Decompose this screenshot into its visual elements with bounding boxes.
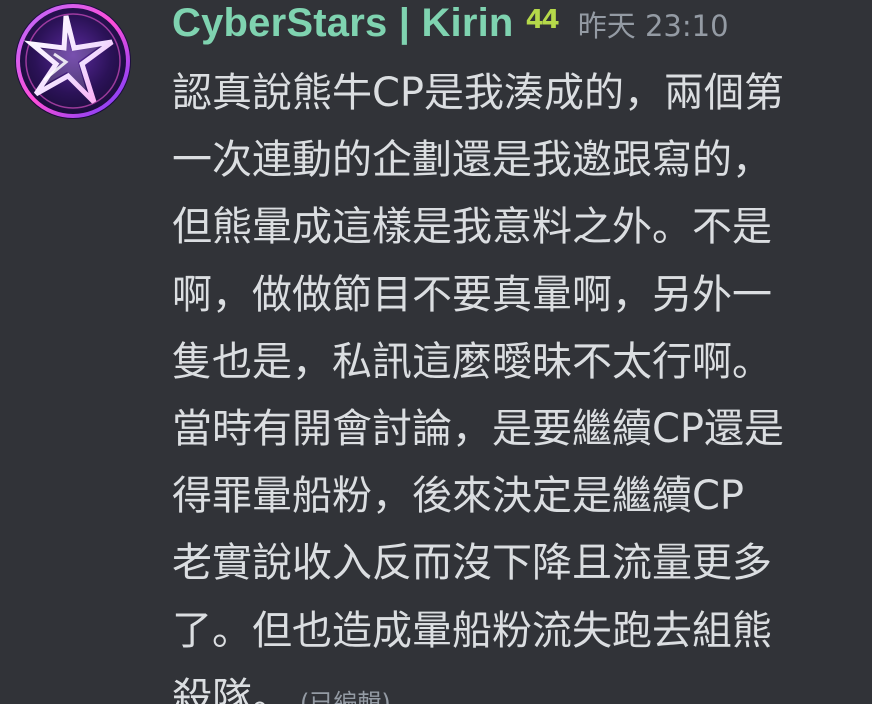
message-line-last: 殺隊。 (已編輯) (172, 665, 872, 704)
message-header: CyberStars | Kirin 44 昨天 23:10 (172, 0, 729, 46)
message-line: 認真說熊牛CP是我湊成的，兩個第 (172, 70, 785, 116)
message-line-text: 殺隊。 (172, 674, 292, 704)
edited-label: (已編輯) (300, 688, 391, 704)
avatar[interactable] (14, 2, 132, 120)
message-line: 但熊暈成這樣是我意料之外。不是 (172, 204, 772, 251)
message-line: 老實說收入反而沒下降且流量更多 (172, 540, 772, 587)
message-line: 得罪暈船粉，後來決定是繼續CP (172, 473, 745, 520)
timestamp[interactable]: 昨天 23:10 (578, 3, 729, 45)
message-line: 一次連動的企劃還是我邀跟寫的， (172, 137, 772, 184)
message-content: 認真說熊牛CP是我湊成的，兩個第 一次連動的企劃還是我邀跟寫的， 但熊暈成這樣是… (172, 60, 872, 704)
username[interactable]: CyberStars | Kirin (172, 1, 514, 46)
message-line: 啊，做做節目不要真暈啊，另外一 (172, 271, 772, 318)
message-line: 當時有開會討論，是要繼續CP還是 (172, 405, 785, 452)
message-line: 隻也是，私訊這麼曖昧不太行啊。 (172, 338, 772, 385)
role-badge-icon: 44 (525, 5, 560, 35)
message-line: 了。但也造成暈船粉流失跑去組熊 (172, 607, 772, 654)
chat-message: CyberStars | Kirin 44 昨天 23:10 認真說熊牛CP是我… (0, 0, 872, 704)
star-logo-icon (15, 3, 131, 119)
